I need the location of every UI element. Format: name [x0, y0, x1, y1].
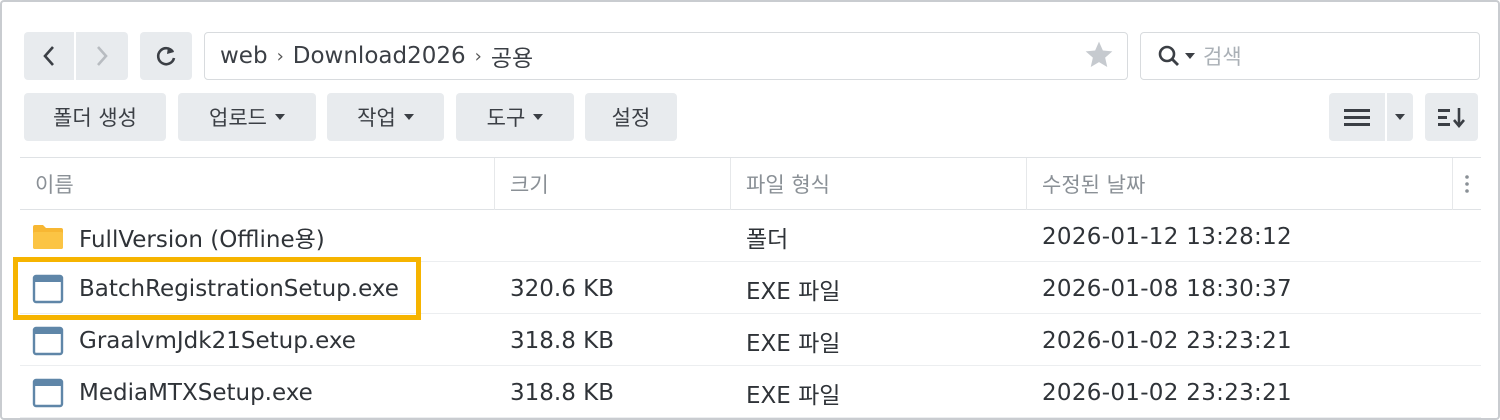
- file-station-window: web › Download2026 › 공용 검색 폴더 생성 업로드 작업 …: [0, 0, 1500, 420]
- file-modified: 2026-01-12 13:28:12: [1042, 223, 1292, 250]
- upload-label: 업로드: [209, 106, 267, 130]
- file-name: BatchRegistrationSetup.exe: [79, 275, 399, 302]
- column-header-label: 수정된 날짜: [1042, 173, 1146, 197]
- more-vertical-icon: [1465, 175, 1469, 193]
- column-header-type[interactable]: 파일 형식: [731, 158, 1027, 210]
- file-name-cell: MediaMTXSetup.exe: [32, 367, 313, 418]
- view-mode-dropdown[interactable]: [1387, 93, 1413, 141]
- refresh-icon: [156, 46, 176, 66]
- file-window-icon: [32, 378, 64, 408]
- caret-down-icon: [403, 114, 414, 120]
- refresh-button[interactable]: [140, 32, 192, 80]
- caret-down-icon: [1395, 114, 1405, 120]
- sort-icon: [1437, 108, 1465, 128]
- column-header-label: 이름: [35, 173, 74, 197]
- file-name-cell: BatchRegistrationSetup.exe: [32, 263, 399, 314]
- file-modified: 2026-01-08 18:30:37: [1042, 275, 1292, 302]
- sort-button[interactable]: [1425, 93, 1478, 141]
- file-type: EXE 파일: [746, 278, 841, 305]
- chevron-right-icon: [97, 46, 108, 66]
- action-label: 작업: [357, 106, 396, 130]
- file-size: 320.6 KB: [510, 275, 615, 302]
- file-type: EXE 파일: [746, 330, 841, 357]
- column-header-size[interactable]: 크기: [495, 158, 731, 210]
- breadcrumb-download2026[interactable]: Download2026: [293, 43, 466, 69]
- star-icon: [1085, 41, 1113, 67]
- table-row[interactable]: GraalvmJdk21Setup.exe 318.8 KB EXE 파일 20…: [20, 315, 1481, 366]
- file-size: 318.8 KB: [510, 327, 615, 354]
- file-window-icon: [32, 326, 64, 356]
- file-list: 이름 크기 파일 형식 수정된 날짜 FullVersion (Offline용…: [20, 157, 1481, 420]
- file-name-cell: FullVersion (Offline용): [32, 211, 325, 262]
- file-modified: 2026-01-02 23:23:21: [1042, 379, 1292, 406]
- caret-down-icon: [274, 114, 285, 120]
- column-options-button[interactable]: [1453, 158, 1481, 210]
- search-input[interactable]: 검색: [1203, 41, 1242, 71]
- search-icon: [1158, 45, 1179, 66]
- table-row[interactable]: MediaMTXSetup.exe 318.8 KB EXE 파일 2026-0…: [20, 367, 1481, 418]
- breadcrumb-shared[interactable]: 공용: [491, 39, 533, 73]
- file-name: MediaMTXSetup.exe: [79, 379, 313, 406]
- table-row[interactable]: FullVersion (Offline용) 폴더 2026-01-12 13:…: [20, 211, 1481, 262]
- caret-down-icon: [533, 114, 544, 120]
- column-header-modified[interactable]: 수정된 날짜: [1027, 158, 1453, 210]
- breadcrumb-separator: ›: [474, 45, 482, 67]
- file-type: EXE 파일: [746, 382, 841, 409]
- column-header-name[interactable]: 이름: [20, 158, 495, 210]
- breadcrumb-web[interactable]: web: [220, 43, 268, 69]
- back-button[interactable]: [24, 32, 74, 80]
- path-bar[interactable]: web › Download2026 › 공용: [204, 32, 1128, 80]
- favorite-button[interactable]: [1083, 39, 1115, 77]
- create-folder-label: 폴더 생성: [53, 106, 137, 130]
- column-header-label: 크기: [510, 173, 549, 197]
- forward-button[interactable]: [76, 32, 128, 80]
- list-view-button[interactable]: [1329, 93, 1385, 141]
- chevron-left-icon: [43, 46, 54, 66]
- file-size: 318.8 KB: [510, 379, 615, 406]
- create-folder-button[interactable]: 폴더 생성: [24, 93, 166, 141]
- search-box[interactable]: 검색: [1140, 32, 1480, 80]
- file-name-cell: GraalvmJdk21Setup.exe: [32, 315, 356, 366]
- tools-label: 도구: [486, 106, 526, 130]
- settings-button[interactable]: 설정: [585, 93, 677, 141]
- breadcrumb-separator: ›: [276, 45, 284, 67]
- table-header: 이름 크기 파일 형식 수정된 날짜: [20, 158, 1481, 210]
- search-options-caret[interactable]: [1185, 53, 1195, 59]
- file-type: 폴더: [746, 226, 789, 253]
- folder-icon: [32, 224, 64, 250]
- table-row[interactable]: BatchRegistrationSetup.exe 320.6 KB EXE …: [20, 263, 1481, 314]
- tools-button[interactable]: 도구: [456, 93, 574, 141]
- settings-label: 설정: [611, 106, 651, 130]
- action-button[interactable]: 작업: [327, 93, 444, 141]
- upload-button[interactable]: 업로드: [178, 93, 316, 141]
- file-window-icon: [32, 274, 64, 304]
- file-name: GraalvmJdk21Setup.exe: [79, 327, 356, 354]
- column-header-label: 파일 형식: [746, 173, 830, 197]
- file-name: FullVersion (Offline용): [79, 226, 325, 253]
- list-view-icon: [1344, 109, 1370, 126]
- file-modified: 2026-01-02 23:23:21: [1042, 327, 1292, 354]
